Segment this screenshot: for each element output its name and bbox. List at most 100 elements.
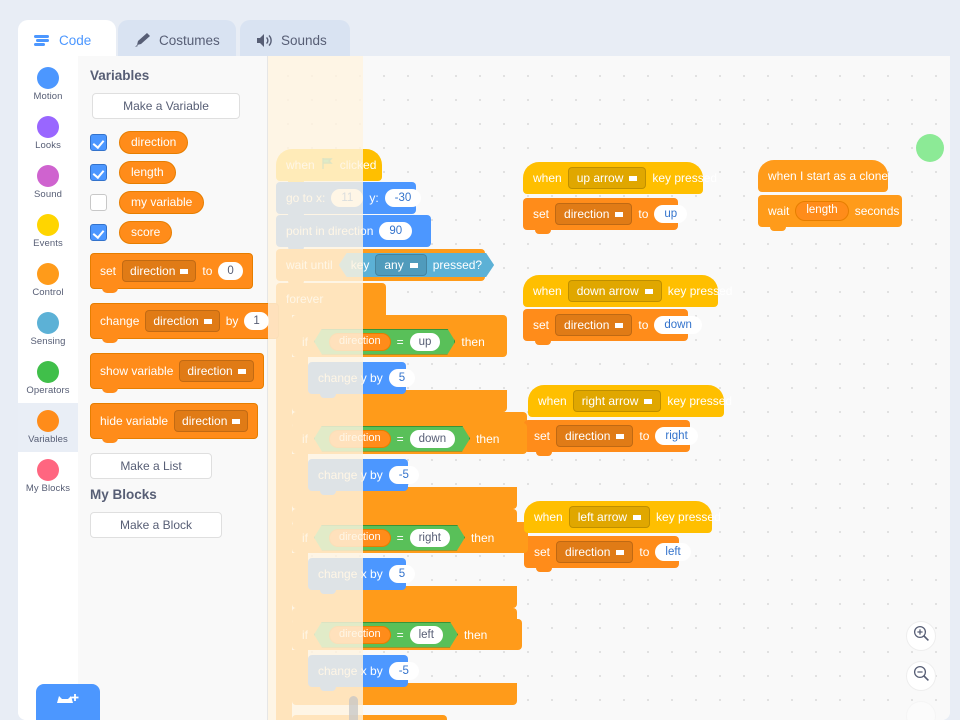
block-change-x-3[interactable]: change x by 5 — [308, 558, 416, 594]
code-workspace[interactable]: when clicked go to x: 11 y: -30 point in… — [268, 56, 950, 720]
go-to-x-input[interactable]: 11 — [331, 188, 364, 208]
equals-right-input[interactable]: up — [410, 333, 441, 351]
block-if-then-4[interactable]: if direction = left then — [292, 619, 522, 650]
variable-checkbox-direction[interactable] — [90, 133, 107, 151]
change-value-input[interactable]: 1 — [244, 312, 269, 330]
block-equals-4[interactable]: direction = left — [314, 622, 458, 648]
block-when-key-pressed-right[interactable]: when right arrow key pressed — [528, 385, 732, 417]
block-set-direction-up[interactable]: set direction to up — [523, 198, 688, 234]
sidebar-item-variables[interactable]: Variables — [18, 403, 78, 452]
sidebar-item-sensing[interactable]: Sensing — [18, 305, 78, 354]
key-dropdown-up[interactable]: up arrow — [567, 167, 647, 189]
set-variable-dropdown[interactable]: direction — [556, 425, 634, 447]
block-forever-header[interactable]: forever — [276, 283, 386, 315]
workspace-scrollbar-thumb-left[interactable] — [349, 696, 358, 720]
variable-reporter-direction[interactable]: direction — [329, 430, 391, 448]
variable-reporter-direction[interactable]: direction — [119, 130, 189, 154]
variable-reporter-length[interactable]: length — [795, 200, 849, 222]
make-a-list-button[interactable]: Make a List — [90, 453, 212, 479]
block-palette[interactable]: Variables Make a Variable direction leng… — [78, 56, 279, 720]
block-wait-seconds[interactable]: wait length seconds — [758, 195, 902, 231]
block-go-to-xy[interactable]: go to x: 11 y: -30 — [276, 182, 422, 218]
block-when-key-pressed-up[interactable]: when up arrow key pressed — [523, 162, 717, 194]
make-a-block-button[interactable]: Make a Block — [90, 512, 222, 538]
variable-checkbox-score[interactable] — [90, 223, 107, 241]
sidebar-item-events[interactable]: Events — [18, 207, 78, 256]
variable-reporter-my-variable[interactable]: my variable — [119, 190, 205, 214]
set-value-input[interactable]: down — [654, 315, 702, 335]
set-value-input[interactable]: up — [654, 204, 688, 224]
set-variable-dropdown[interactable]: direction — [555, 203, 633, 225]
zoom-reset-button[interactable] — [906, 701, 936, 720]
change-y-input[interactable]: -5 — [388, 465, 419, 485]
key-dropdown[interactable]: any — [375, 254, 426, 276]
block-key-pressed-predicate[interactable]: key any pressed? — [339, 253, 494, 277]
block-create-clone[interactable]: create clone of myself — [292, 715, 447, 720]
palette-block-hide-variable[interactable]: hide variable direction — [90, 403, 259, 443]
change-variable-dropdown[interactable]: direction — [145, 310, 220, 332]
block-change-y-1[interactable]: change y by 5 — [308, 362, 416, 398]
set-variable-dropdown[interactable]: direction — [555, 314, 633, 336]
go-to-y-input[interactable]: -30 — [384, 188, 422, 208]
block-when-start-as-clone[interactable]: when I start as a clone — [758, 160, 888, 192]
sidebar-item-operators[interactable]: Operators — [18, 354, 78, 403]
show-variable-dropdown[interactable]: direction — [179, 360, 254, 382]
block-equals-2[interactable]: direction = down — [314, 426, 470, 452]
equals-right-input[interactable]: down — [410, 430, 456, 448]
sidebar-item-looks[interactable]: Looks — [18, 109, 78, 158]
sidebar-item-my-blocks[interactable]: My Blocks — [18, 452, 78, 501]
block-point-in-direction[interactable]: point in direction 90 — [276, 215, 431, 251]
block-wait-until[interactable]: wait until key any pressed? — [276, 249, 485, 285]
set-variable-dropdown[interactable]: direction — [122, 260, 197, 282]
block-if-then-1[interactable]: if direction = up then — [292, 326, 507, 357]
block-set-direction-right[interactable]: set direction to right — [524, 420, 698, 456]
set-variable-dropdown[interactable]: direction — [556, 541, 634, 563]
point-direction-input[interactable]: 90 — [379, 221, 413, 241]
change-y-input[interactable]: 5 — [388, 368, 416, 388]
change-x-input[interactable]: 5 — [388, 564, 416, 584]
variable-reporter-direction[interactable]: direction — [329, 529, 391, 547]
variable-reporter-direction[interactable]: direction — [329, 626, 391, 644]
make-a-variable-button[interactable]: Make a Variable — [92, 93, 240, 119]
change-x-input[interactable]: -5 — [388, 661, 419, 681]
key-dropdown-left[interactable]: left arrow — [568, 506, 651, 528]
hide-variable-dropdown[interactable]: direction — [174, 410, 249, 432]
palette-block-set-variable[interactable]: set direction to 0 — [90, 253, 253, 293]
block-set-direction-left[interactable]: set direction to left — [524, 536, 691, 572]
block-if-then-3[interactable]: if direction = right then — [292, 522, 528, 553]
block-change-y-2[interactable]: change y by -5 — [308, 459, 419, 495]
block-equals-3[interactable]: direction = right — [314, 525, 465, 551]
block-if-then-2[interactable]: if direction = down then — [292, 423, 527, 454]
block-change-x-4[interactable]: change x by -5 — [308, 655, 419, 691]
zoom-in-button[interactable] — [906, 621, 936, 651]
tab-costumes[interactable]: Costumes — [118, 20, 236, 60]
sidebar-item-sound[interactable]: Sound — [18, 158, 78, 207]
tab-sounds[interactable]: Sounds — [240, 20, 350, 60]
variable-reporter-direction[interactable]: direction — [329, 333, 391, 351]
add-sprite-button[interactable] — [36, 684, 100, 720]
equals-right-input[interactable]: left — [410, 626, 443, 644]
set-value-input[interactable]: right — [655, 426, 698, 446]
variable-checkbox-length[interactable] — [90, 163, 107, 181]
equals-right-input[interactable]: right — [410, 529, 450, 547]
block-when-key-pressed-down[interactable]: when down arrow key pressed — [523, 275, 732, 307]
block-when-key-pressed-left[interactable]: when left arrow key pressed — [524, 501, 721, 533]
key-pressed-label: key pressed — [656, 510, 721, 524]
key-dropdown-down[interactable]: down arrow — [567, 280, 662, 302]
zoom-out-button[interactable] — [906, 661, 936, 691]
block-when-flag-clicked[interactable]: when clicked — [276, 149, 382, 185]
palette-block-show-variable[interactable]: show variable direction — [90, 353, 264, 393]
key-dropdown-right[interactable]: right arrow — [572, 390, 662, 412]
sidebar-item-motion[interactable]: Motion — [18, 60, 78, 109]
palette-block-change-variable[interactable]: change direction by 1 — [90, 303, 279, 343]
block-equals-1[interactable]: direction = up — [314, 329, 455, 355]
variable-reporter-score[interactable]: score — [119, 220, 173, 244]
sidebar-item-control[interactable]: Control — [18, 256, 78, 305]
block-set-direction-down[interactable]: set direction to down — [523, 309, 702, 345]
variable-reporter-length[interactable]: length — [119, 160, 176, 184]
equals-operator: = — [396, 334, 404, 349]
set-value-input[interactable]: 0 — [218, 262, 243, 280]
set-value-input[interactable]: left — [655, 542, 691, 562]
variable-checkbox-my-variable[interactable] — [90, 193, 107, 211]
tab-code[interactable]: Code — [18, 20, 116, 60]
